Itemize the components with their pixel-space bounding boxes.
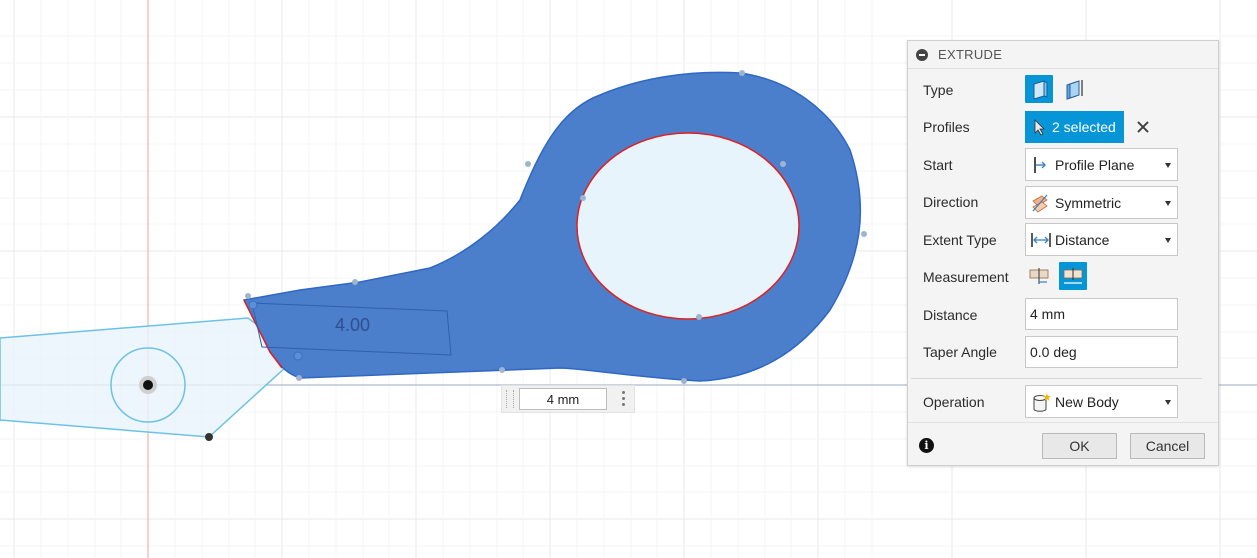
distance-input[interactable] xyxy=(1025,298,1178,330)
profiles-label: Profiles xyxy=(923,119,970,135)
drag-handle-icon[interactable] xyxy=(506,390,514,408)
sketch-point xyxy=(248,300,258,310)
measurement-whole-button[interactable] xyxy=(1059,262,1087,290)
distance-extent-icon xyxy=(1031,233,1051,247)
type-thin-button[interactable] xyxy=(1059,75,1087,103)
profiles-selected-count: 2 selected xyxy=(1052,119,1116,135)
sketch-center-point xyxy=(143,380,153,390)
ok-button[interactable]: OK xyxy=(1042,433,1117,459)
type-solid-button[interactable] xyxy=(1025,75,1053,103)
sketch-point xyxy=(293,351,303,361)
new-body-icon xyxy=(1033,393,1051,412)
info-icon[interactable]: i xyxy=(919,438,934,453)
cancel-button[interactable]: Cancel xyxy=(1130,433,1205,459)
type-label: Type xyxy=(923,82,954,98)
whole-length-icon xyxy=(1063,268,1083,284)
footer-divider xyxy=(908,422,1218,423)
direction-value: Symmetric xyxy=(1055,195,1122,211)
half-length-icon xyxy=(1029,268,1049,284)
sketch-dimension-label[interactable]: 4.00 xyxy=(335,315,370,335)
dialog-title: EXTRUDE xyxy=(938,47,1003,62)
operation-dropdown[interactable]: New Body xyxy=(1025,385,1178,418)
measurement-label: Measurement xyxy=(923,269,1009,285)
extent-type-value: Distance xyxy=(1055,232,1110,248)
inline-distance-input[interactable] xyxy=(519,388,607,410)
body-hole[interactable] xyxy=(576,132,800,320)
dialog-header: EXTRUDE xyxy=(908,41,1218,69)
chevron-down-icon xyxy=(1165,201,1171,206)
operation-label: Operation xyxy=(923,394,985,410)
solid-extrude-icon xyxy=(1033,80,1048,100)
inline-distance-box xyxy=(501,385,635,413)
chevron-down-icon xyxy=(1165,238,1171,243)
start-value: Profile Plane xyxy=(1055,157,1135,173)
section-divider xyxy=(911,378,1202,379)
taper-angle-input[interactable] xyxy=(1025,336,1178,368)
profiles-selection-button[interactable]: 2 selected xyxy=(1025,111,1124,143)
sketch-vertex xyxy=(205,433,213,441)
start-dropdown[interactable]: Profile Plane xyxy=(1025,148,1178,181)
extent-type-label: Extent Type xyxy=(923,232,997,248)
operation-value: New Body xyxy=(1055,394,1119,410)
distance-label: Distance xyxy=(923,307,978,323)
select-cursor-icon xyxy=(1034,119,1045,136)
collapse-icon[interactable] xyxy=(916,49,928,61)
chevron-down-icon xyxy=(1165,400,1171,405)
clear-selection-icon[interactable] xyxy=(1135,119,1151,135)
extent-type-dropdown[interactable]: Distance xyxy=(1025,223,1178,256)
more-options-icon[interactable] xyxy=(620,391,626,409)
direction-label: Direction xyxy=(923,194,979,210)
direction-dropdown[interactable]: Symmetric xyxy=(1025,186,1178,219)
symmetric-icon xyxy=(1032,194,1048,213)
chevron-down-icon xyxy=(1165,163,1171,168)
extrude-dialog: EXTRUDE Type Profiles 2 selected Start P… xyxy=(907,40,1219,466)
start-label: Start xyxy=(923,157,953,173)
measurement-half-button[interactable] xyxy=(1025,262,1053,290)
taper-angle-label: Taper Angle xyxy=(923,344,997,360)
profile-plane-icon xyxy=(1034,157,1046,173)
thin-extrude-icon xyxy=(1066,80,1083,100)
